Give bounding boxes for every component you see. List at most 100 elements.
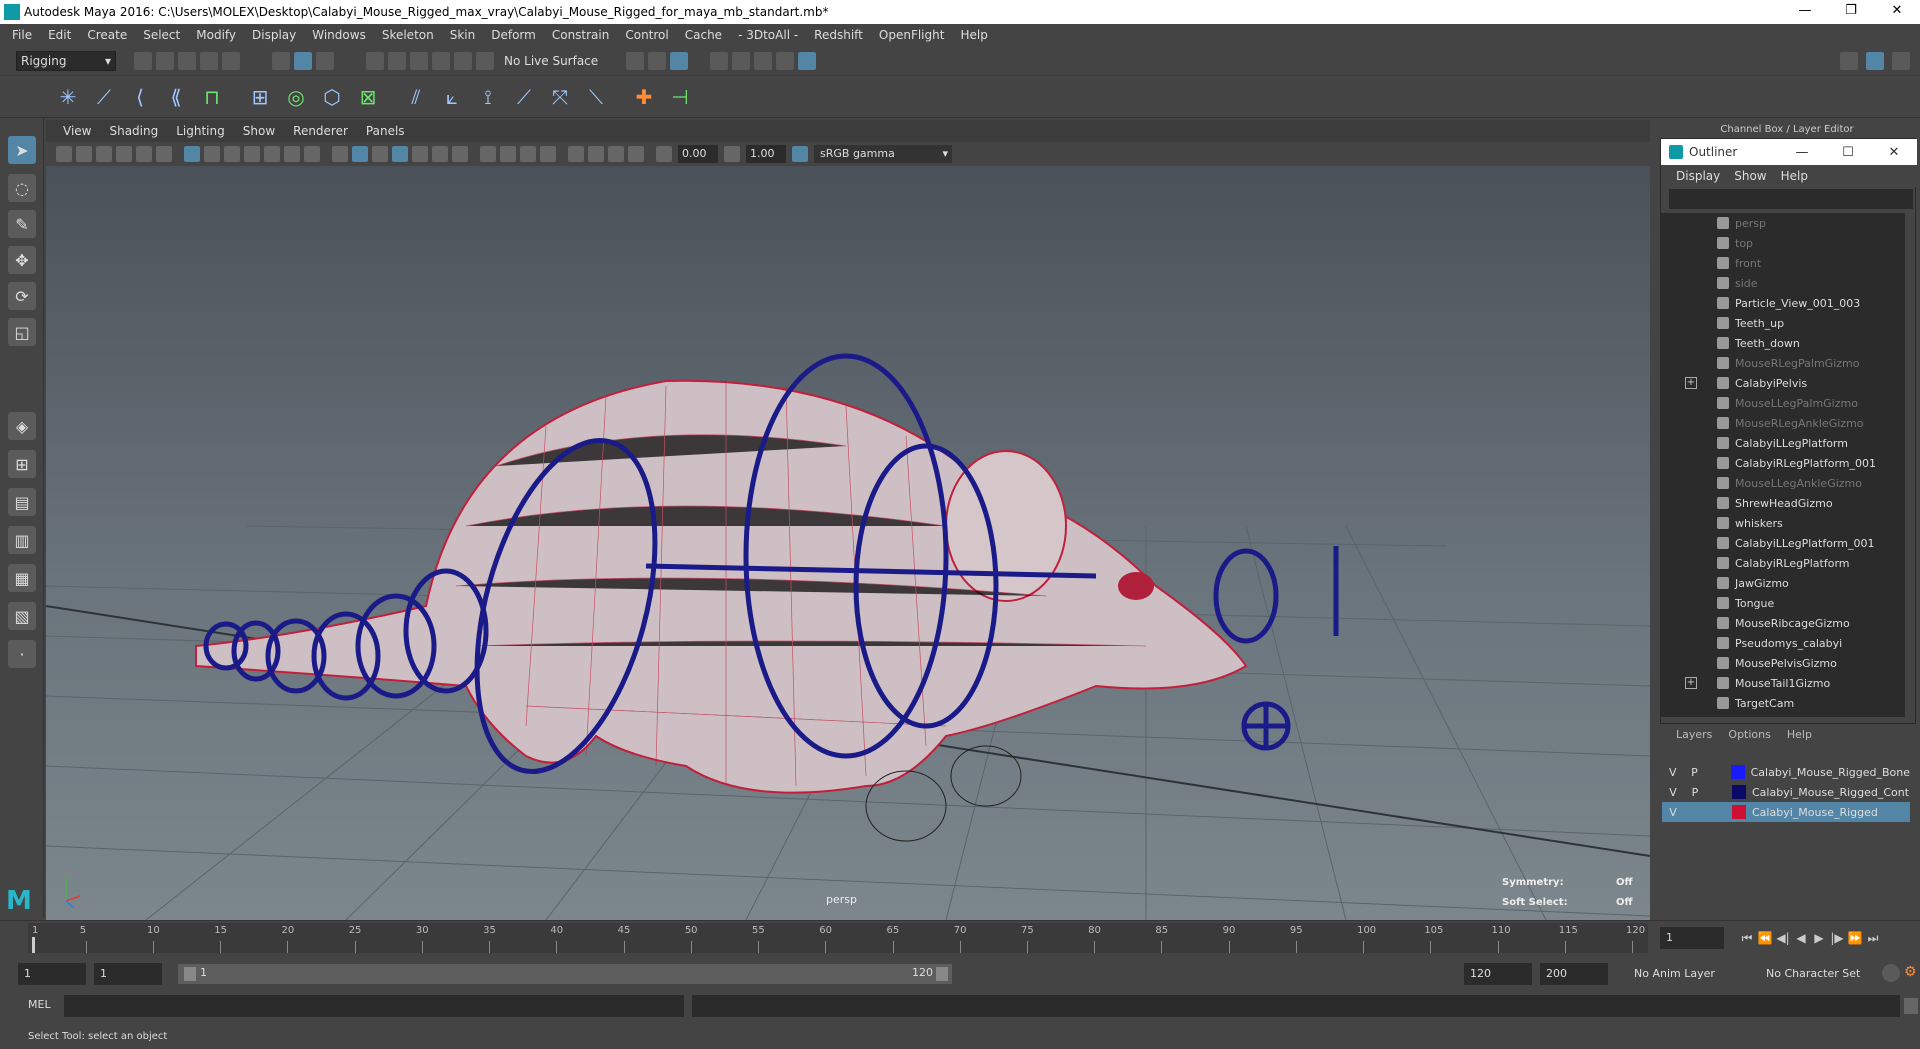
xray-icon[interactable] bbox=[588, 146, 604, 162]
layer-color-swatch[interactable] bbox=[1732, 785, 1746, 799]
ipr-render-icon[interactable] bbox=[732, 51, 751, 70]
xray-components-icon[interactable] bbox=[628, 146, 644, 162]
range-end-handle[interactable] bbox=[936, 967, 948, 981]
save-scene-icon[interactable] bbox=[178, 51, 196, 70]
outliner-menu-display[interactable]: Display bbox=[1669, 169, 1727, 183]
2d-pan-zoom-icon[interactable] bbox=[136, 146, 152, 162]
restore-button[interactable]: ❐ bbox=[1828, 0, 1874, 24]
lasso-tool-icon[interactable]: ◌ bbox=[8, 174, 36, 202]
camera-attributes-icon[interactable] bbox=[76, 146, 92, 162]
outliner-item[interactable]: MouseRLegAnkleGizmo bbox=[1661, 413, 1905, 433]
exposure-field[interactable]: 0.00 bbox=[678, 145, 718, 163]
layer-menu-options[interactable]: Options bbox=[1720, 728, 1778, 741]
layer-row[interactable]: V Calabyi_Mouse_Rigged bbox=[1662, 802, 1910, 822]
depth-of-field-icon[interactable] bbox=[540, 146, 556, 162]
outliner-item[interactable]: CalabyiRLegPlatform bbox=[1661, 553, 1905, 573]
blend-shape-icon[interactable]: ⊠ bbox=[354, 83, 382, 111]
step-forward-frame-icon[interactable]: |▶ bbox=[1828, 931, 1846, 945]
menu-windows[interactable]: Windows bbox=[304, 28, 374, 42]
panel-menu-shading[interactable]: Shading bbox=[100, 124, 167, 138]
snap-curve-icon[interactable] bbox=[388, 51, 406, 70]
ik-spline-icon[interactable]: ⟨ bbox=[126, 83, 154, 111]
render-current-icon[interactable] bbox=[710, 51, 729, 70]
smooth-bind-icon[interactable]: ⟀ bbox=[438, 83, 466, 111]
menu-skeleton[interactable]: Skeleton bbox=[374, 28, 442, 42]
panel-menu-show[interactable]: Show bbox=[234, 124, 284, 138]
outliner-item[interactable]: CalabyiLLegPlatform_001 bbox=[1661, 533, 1905, 553]
move-tool-icon[interactable]: ✥ bbox=[8, 246, 36, 274]
lattice-icon[interactable]: ⊞ bbox=[246, 83, 274, 111]
open-scene-icon[interactable] bbox=[156, 51, 174, 70]
mirror-weights-icon[interactable]: ⟋ bbox=[510, 83, 538, 111]
layer-row[interactable]: V P Calabyi_Mouse_Rigged_Cont bbox=[1662, 782, 1910, 802]
step-forward-key-icon[interactable]: ⏩ bbox=[1846, 931, 1864, 945]
outliner-menu-show[interactable]: Show bbox=[1727, 169, 1773, 183]
motion-blur-icon[interactable] bbox=[500, 146, 516, 162]
gamma-icon[interactable] bbox=[724, 146, 740, 162]
layout-icon[interactable] bbox=[1840, 51, 1858, 70]
menu-constrain[interactable]: Constrain bbox=[544, 28, 618, 42]
persp-graph-layout-icon[interactable]: ▥ bbox=[8, 526, 36, 554]
menu-set-select[interactable]: Rigging bbox=[16, 50, 116, 71]
outliner-item[interactable]: MouseLLegPalmGizmo bbox=[1661, 393, 1905, 413]
gate-mask-icon[interactable] bbox=[244, 146, 260, 162]
menu-edit[interactable]: Edit bbox=[40, 28, 79, 42]
layer-menu-layers[interactable]: Layers bbox=[1668, 728, 1720, 741]
screen-space-ao-icon[interactable] bbox=[480, 146, 496, 162]
anim-layer-select[interactable]: No Anim Layer bbox=[1628, 963, 1750, 985]
outliner-filter-field[interactable] bbox=[1669, 189, 1913, 209]
view-transform-select[interactable]: sRGB gamma bbox=[814, 145, 952, 163]
menu-cache[interactable]: Cache bbox=[677, 28, 730, 42]
menu-3dtoall[interactable]: - 3DtoAll - bbox=[730, 28, 806, 42]
current-frame-field[interactable]: 1 bbox=[1660, 927, 1724, 949]
layer-visibility-toggle[interactable]: V bbox=[1662, 806, 1684, 819]
hypershade-icon[interactable] bbox=[776, 51, 795, 70]
outliner-item[interactable]: whiskers bbox=[1661, 513, 1905, 533]
grid-icon[interactable] bbox=[184, 146, 200, 162]
outliner-item[interactable]: CalabyiRLegPlatform_001 bbox=[1661, 453, 1905, 473]
redo-icon[interactable] bbox=[222, 51, 240, 70]
snap-grid-icon[interactable] bbox=[366, 51, 384, 70]
gamma-field[interactable]: 1.00 bbox=[746, 145, 786, 163]
use-all-lights-icon[interactable] bbox=[432, 146, 448, 162]
vray-icon[interactable] bbox=[798, 51, 817, 70]
playback-end-field[interactable]: 120 bbox=[1464, 963, 1532, 985]
layer-menu-help[interactable]: Help bbox=[1779, 728, 1820, 741]
undo-icon[interactable] bbox=[200, 51, 218, 70]
time-slider-track[interactable]: 1 5 10 15 20 25 30 35 40 45 50 55 60 65 70 75 80 85 90 95 10… bbox=[28, 923, 1648, 953]
outliner-item[interactable]: front bbox=[1661, 253, 1905, 273]
outliner-item[interactable]: Teeth_down bbox=[1661, 333, 1905, 353]
close-button[interactable]: ✕ bbox=[1874, 0, 1920, 24]
smooth-shade-icon[interactable] bbox=[352, 146, 368, 162]
play-forwards-icon[interactable]: ▶ bbox=[1810, 931, 1828, 945]
outliner-item[interactable]: + MouseTail1Gizmo bbox=[1661, 673, 1905, 693]
paint-weights-icon[interactable]: ⟟ bbox=[474, 83, 502, 111]
select-tool-icon[interactable]: ➤ bbox=[8, 136, 36, 164]
step-back-frame-icon[interactable]: ◀| bbox=[1774, 931, 1792, 945]
image-plane-icon[interactable] bbox=[116, 146, 132, 162]
perspective-viewport[interactable]: persp Symmetry: Off Soft Select: Off bbox=[46, 166, 1650, 920]
menu-redshift[interactable]: Redshift bbox=[806, 28, 871, 42]
animation-end-field[interactable]: 200 bbox=[1540, 963, 1608, 985]
outliner-menu-help[interactable]: Help bbox=[1774, 169, 1815, 183]
menu-help[interactable]: Help bbox=[952, 28, 995, 42]
toolbox-collapse-icon[interactable]: · bbox=[8, 640, 36, 668]
hypershade-layout-icon[interactable]: ▦ bbox=[8, 564, 36, 592]
textured-icon[interactable] bbox=[412, 146, 428, 162]
outliner-minimize-button[interactable]: — bbox=[1779, 145, 1825, 160]
channel-box-toggle-icon[interactable] bbox=[1866, 51, 1884, 70]
attribute-editor-toggle-icon[interactable] bbox=[1892, 51, 1910, 70]
scale-tool-icon[interactable]: ◱ bbox=[8, 318, 36, 346]
outliner-item[interactable]: CalabyiLLegPlatform bbox=[1661, 433, 1905, 453]
persp-outliner-layout-icon[interactable]: ▤ bbox=[8, 488, 36, 516]
parent-constraint-icon[interactable]: ⊣ bbox=[666, 83, 694, 111]
outliner-item[interactable]: MouseRibcageGizmo bbox=[1661, 613, 1905, 633]
panel-menu-panels[interactable]: Panels bbox=[357, 124, 414, 138]
menu-modify[interactable]: Modify bbox=[188, 28, 244, 42]
menu-control[interactable]: Control bbox=[617, 28, 676, 42]
script-editor-icon[interactable] bbox=[1904, 998, 1918, 1014]
orient-joint-icon[interactable]: ⊓ bbox=[198, 83, 226, 111]
outliner-item[interactable]: MouseLLegAnkleGizmo bbox=[1661, 473, 1905, 493]
playback-start-field[interactable]: 1 bbox=[94, 963, 162, 985]
outliner-item[interactable]: side bbox=[1661, 273, 1905, 293]
